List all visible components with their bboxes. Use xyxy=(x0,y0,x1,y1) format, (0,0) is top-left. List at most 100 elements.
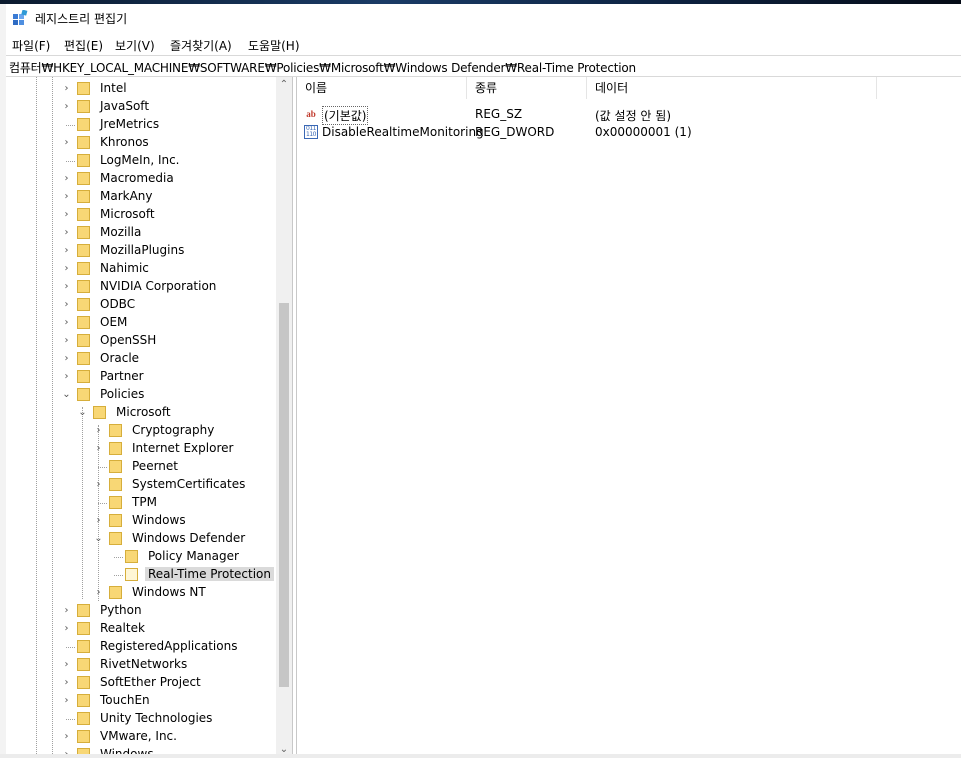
tree-node-label[interactable]: JavaSoft xyxy=(97,99,152,113)
tree-node-label[interactable]: Khronos xyxy=(97,135,152,149)
tree-node-label[interactable]: Windows Defender xyxy=(129,531,248,545)
tree-node-label[interactable]: ODBC xyxy=(97,297,138,311)
tree-node-label[interactable]: Partner xyxy=(97,369,147,383)
chevron-right-icon[interactable]: › xyxy=(61,695,72,706)
menu-help[interactable]: 도움말(H) xyxy=(248,37,300,54)
tree-node-label[interactable]: Policies xyxy=(97,387,147,401)
tree-node-label[interactable]: Python xyxy=(97,603,145,617)
tree-connector xyxy=(61,713,72,724)
folder-icon xyxy=(109,532,122,545)
window-title: 레지스트리 편집기 xyxy=(35,12,128,26)
folder-icon xyxy=(77,604,90,617)
chevron-right-icon[interactable]: › xyxy=(61,191,72,202)
tree-node-label[interactable]: LogMeIn, Inc. xyxy=(97,153,183,167)
tree-node-label[interactable]: Nahimic xyxy=(97,261,152,275)
menu-edit[interactable]: 편집(E) xyxy=(64,37,103,54)
chevron-right-icon[interactable]: › xyxy=(61,335,72,346)
column-header-type[interactable]: 종류 xyxy=(467,77,587,99)
chevron-down-icon[interactable]: ⌄ xyxy=(61,389,72,400)
value-row[interactable]: ab (기본값) REG_SZ (값 설정 안 됨) xyxy=(297,105,961,125)
title-bar[interactable]: 레지스트리 편집기 xyxy=(6,4,961,32)
address-path[interactable]: 컴퓨터₩HKEY_LOCAL_MACHINE₩SOFTWARE₩Policies… xyxy=(9,59,636,76)
chevron-right-icon[interactable]: › xyxy=(61,371,72,382)
tree-node-label[interactable]: Microsoft xyxy=(97,207,158,221)
tree-node-label[interactable]: Real-Time Protection xyxy=(145,567,274,581)
chevron-right-icon[interactable]: › xyxy=(93,515,104,526)
chevron-right-icon[interactable]: › xyxy=(61,263,72,274)
chevron-right-icon[interactable]: › xyxy=(61,281,72,292)
chevron-right-icon[interactable]: › xyxy=(61,605,72,616)
tree-node-label[interactable]: VMware, Inc. xyxy=(97,729,180,743)
chevron-right-icon[interactable]: › xyxy=(61,623,72,634)
value-row[interactable]: 011 110 DisableRealtimeMonitoring REG_DW… xyxy=(297,123,961,141)
chevron-right-icon[interactable]: › xyxy=(61,299,72,310)
key-tree-pane[interactable]: › Intel › JavaSoft JreMetrics › Khronos LogMeIn… xyxy=(6,77,293,758)
tree-connector xyxy=(109,551,120,562)
chevron-down-icon[interactable]: ⌄ xyxy=(77,407,88,418)
column-header-name[interactable]: 이름 xyxy=(297,77,467,99)
tree-node-label[interactable]: TPM xyxy=(129,495,160,509)
tree-node-label[interactable]: OpenSSH xyxy=(97,333,159,347)
tree-node-label[interactable]: Mozilla xyxy=(97,225,144,239)
tree-node-label[interactable]: SystemCertificates xyxy=(129,477,248,491)
menu-view[interactable]: 보기(V) xyxy=(115,37,155,54)
chevron-right-icon[interactable]: › xyxy=(93,479,104,490)
tree-node-label[interactable]: Windows xyxy=(129,513,189,527)
tree-scrollbar[interactable]: ⌃ ⌄ xyxy=(276,77,292,758)
chevron-right-icon[interactable]: › xyxy=(61,317,72,328)
chevron-right-icon[interactable]: › xyxy=(61,137,72,148)
tree-node-label[interactable]: Macromedia xyxy=(97,171,177,185)
folder-icon xyxy=(77,262,90,275)
tree-node-label[interactable]: OEM xyxy=(97,315,130,329)
chevron-right-icon[interactable]: › xyxy=(61,101,72,112)
scroll-up-icon[interactable]: ⌃ xyxy=(276,77,292,93)
tree-node-label[interactable]: MozillaPlugins xyxy=(97,243,187,257)
tree-node-label[interactable]: Oracle xyxy=(97,351,142,365)
tree-node-label[interactable]: Intel xyxy=(97,81,130,95)
tree-node-label[interactable]: NVIDIA Corporation xyxy=(97,279,219,293)
values-list-pane[interactable]: 이름 종류 데이터 ab (기본값) REG_SZ (값 설정 안 됨) 011… xyxy=(296,77,961,758)
tree-node-label[interactable]: RegisteredApplications xyxy=(97,639,240,653)
column-header-data[interactable]: 데이터 xyxy=(587,77,877,99)
folder-icon xyxy=(109,424,122,437)
tree-node-label[interactable]: SoftEther Project xyxy=(97,675,204,689)
tree-node-label[interactable]: Realtek xyxy=(97,621,148,635)
chevron-right-icon[interactable]: › xyxy=(93,443,104,454)
tree-connector xyxy=(61,155,72,166)
tree-node-label[interactable]: MarkAny xyxy=(97,189,156,203)
chevron-right-icon[interactable]: › xyxy=(61,227,72,238)
tree-node-label[interactable]: Cryptography xyxy=(129,423,217,437)
folder-icon xyxy=(77,226,90,239)
tree-node-label[interactable]: Peernet xyxy=(129,459,181,473)
tree-node-label[interactable]: Windows NT xyxy=(129,585,209,599)
chevron-right-icon[interactable]: › xyxy=(61,677,72,688)
tree-guide-line xyxy=(36,77,37,758)
folder-icon xyxy=(77,694,90,707)
tree-node-label[interactable]: RivetNetworks xyxy=(97,657,190,671)
value-data: 0x00000001 (1) xyxy=(595,125,692,139)
chevron-right-icon[interactable]: › xyxy=(61,353,72,364)
chevron-right-icon[interactable]: › xyxy=(93,587,104,598)
tree-node-label[interactable]: Policy Manager xyxy=(145,549,242,563)
chevron-right-icon[interactable]: › xyxy=(61,659,72,670)
chevron-down-icon[interactable]: ⌄ xyxy=(93,533,104,544)
menu-favorites[interactable]: 즐겨찾기(A) xyxy=(170,37,232,54)
address-bar[interactable]: 컴퓨터₩HKEY_LOCAL_MACHINE₩SOFTWARE₩Policies… xyxy=(6,55,961,77)
tree-node-label[interactable]: JreMetrics xyxy=(97,117,162,131)
menu-file[interactable]: 파일(F) xyxy=(12,37,50,54)
chevron-right-icon[interactable]: › xyxy=(61,173,72,184)
tree-node-label[interactable]: Microsoft xyxy=(113,405,174,419)
tree-connector xyxy=(109,569,120,580)
value-data: (값 설정 안 됨) xyxy=(595,109,672,123)
folder-icon xyxy=(109,586,122,599)
tree-node-label[interactable]: Unity Technologies xyxy=(97,711,215,725)
tree-node-label[interactable]: Internet Explorer xyxy=(129,441,236,455)
chevron-right-icon[interactable]: › xyxy=(93,425,104,436)
tree-node-label[interactable]: TouchEn xyxy=(97,693,153,707)
chevron-right-icon[interactable]: › xyxy=(61,83,72,94)
chevron-right-icon[interactable]: › xyxy=(61,245,72,256)
chevron-right-icon[interactable]: › xyxy=(61,209,72,220)
scroll-thumb[interactable] xyxy=(279,303,289,687)
registry-editor-icon xyxy=(13,10,28,25)
chevron-right-icon[interactable]: › xyxy=(61,731,72,742)
